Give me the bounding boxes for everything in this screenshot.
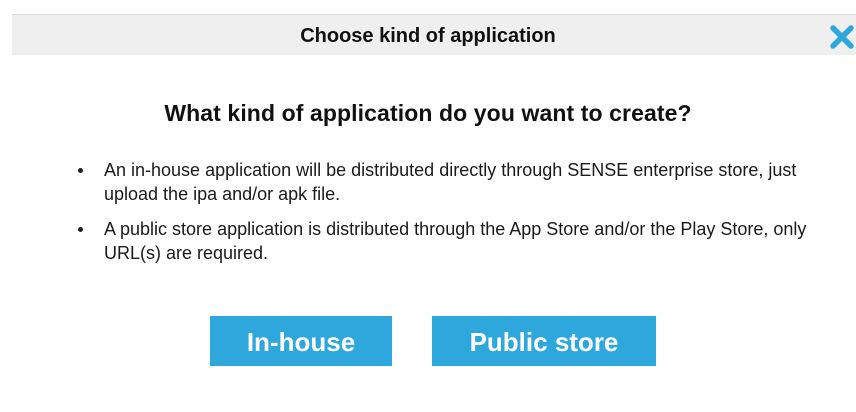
list-item-text: A public store application is distribute…: [104, 219, 807, 263]
choose-application-dialog: Choose kind of application What kind of …: [0, 0, 856, 412]
bullet-dot: [78, 168, 83, 173]
explanation-list: An in-house application will be distribu…: [66, 158, 846, 276]
bullet-dot: [78, 227, 83, 232]
public-store-button[interactable]: Public store: [432, 316, 656, 366]
list-item-text: An in-house application will be distribu…: [104, 160, 797, 204]
list-item: An in-house application will be distribu…: [66, 158, 846, 206]
list-item: A public store application is distribute…: [66, 217, 846, 265]
dialog-titlebar: Choose kind of application: [12, 14, 856, 55]
in-house-button[interactable]: In-house: [210, 316, 392, 366]
close-button[interactable]: [828, 23, 856, 51]
dialog-heading: What kind of application do you want to …: [164, 100, 692, 126]
dialog-title: Choose kind of application: [300, 25, 556, 47]
close-icon: [830, 25, 854, 49]
